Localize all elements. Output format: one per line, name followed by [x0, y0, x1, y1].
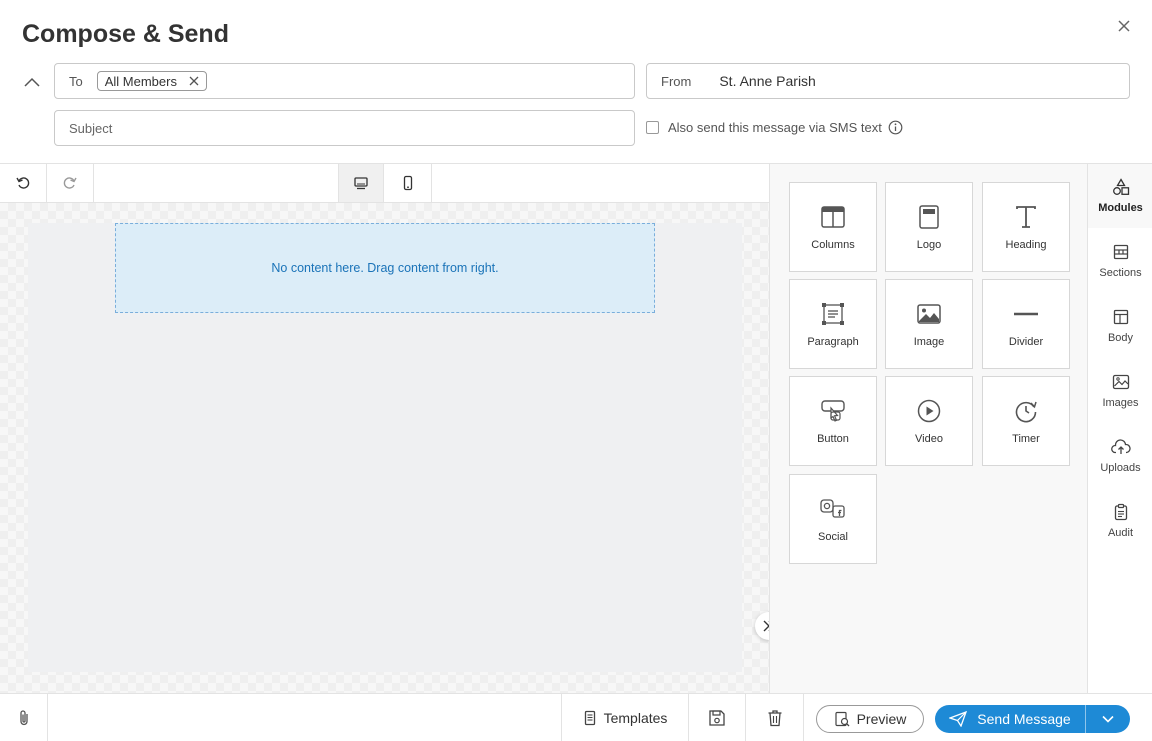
modules-icon: [1112, 178, 1130, 196]
templates-icon: [583, 710, 597, 726]
module-logo[interactable]: Logo: [885, 182, 973, 272]
editor-toolbar: [0, 164, 769, 203]
divider: [47, 694, 48, 741]
save-icon[interactable]: [689, 694, 745, 741]
trash-icon[interactable]: [746, 694, 803, 741]
module-timer[interactable]: Timer: [982, 376, 1070, 466]
recipient-chip: All Members: [96, 71, 207, 91]
rail-label: Uploads: [1100, 462, 1141, 474]
module-label: Logo: [916, 239, 942, 251]
recipient-chip-label: All Members: [104, 73, 177, 89]
templates-button[interactable]: Templates: [562, 694, 688, 741]
chevron-down-icon[interactable]: [1086, 705, 1130, 733]
preview-button[interactable]: Preview: [816, 705, 924, 733]
module-label: Social: [818, 531, 848, 543]
rail-item-audit[interactable]: Audit: [1088, 489, 1152, 553]
module-image[interactable]: Image: [885, 279, 973, 369]
module-label: Heading: [1005, 239, 1047, 251]
drop-zone[interactable]: No content here. Drag content from right…: [115, 223, 655, 313]
subject-field: [54, 110, 635, 146]
rail-label: Modules: [1098, 202, 1143, 214]
button-icon: [820, 397, 846, 425]
rail-label: Body: [1107, 332, 1134, 344]
module-social[interactable]: Social: [789, 474, 877, 564]
heading-icon: [1015, 203, 1037, 231]
module-video[interactable]: Video: [885, 376, 973, 466]
sms-label: Also send this message via SMS text: [668, 120, 882, 135]
mobile-view-icon[interactable]: [384, 164, 432, 202]
to-field[interactable]: To All Members: [54, 63, 635, 99]
send-main-button[interactable]: Send Message: [935, 705, 1085, 733]
divider: [803, 694, 804, 741]
paperclip-icon[interactable]: [0, 694, 47, 741]
rail-item-body[interactable]: Body: [1088, 294, 1152, 358]
sections-icon: [1113, 243, 1129, 261]
desktop-view-icon[interactable]: [338, 164, 384, 202]
rail-label: Images: [1102, 397, 1139, 409]
remove-recipient-icon[interactable]: [189, 76, 199, 86]
rail-item-uploads[interactable]: Uploads: [1088, 424, 1152, 488]
module-label: Paragraph: [807, 336, 859, 348]
image-icon: [917, 300, 941, 328]
drop-zone-text: No content here. Drag content from right…: [271, 261, 499, 275]
rail-label: Sections: [1099, 267, 1142, 279]
send-message-button: Send Message: [935, 705, 1130, 733]
timer-icon: [1014, 397, 1038, 425]
preview-icon: [834, 711, 850, 727]
module-label: Button: [817, 433, 849, 445]
uploads-icon: [1110, 438, 1131, 456]
divider-icon: [1013, 300, 1039, 328]
to-label: To: [69, 73, 83, 89]
email-body: No content here. Drag content from right…: [28, 223, 742, 672]
from-value: St. Anne Parish: [719, 73, 816, 89]
columns-icon: [821, 203, 845, 231]
redo-icon[interactable]: [47, 164, 94, 202]
page-title: Compose & Send: [22, 20, 229, 48]
body-icon: [1113, 308, 1129, 326]
module-label: Image: [913, 336, 945, 348]
rail-item-modules[interactable]: Modules: [1088, 164, 1152, 228]
templates-label: Templates: [603, 709, 668, 726]
module-button[interactable]: Button: [789, 376, 877, 466]
module-heading[interactable]: Heading: [982, 182, 1070, 272]
rail-label: Audit: [1107, 527, 1134, 539]
module-label: Columns: [811, 239, 855, 251]
subject-input[interactable]: [69, 120, 609, 136]
send-label: Send Message: [977, 711, 1071, 727]
images-icon: [1112, 373, 1130, 391]
module-paragraph[interactable]: Paragraph: [789, 279, 877, 369]
from-label: From: [661, 73, 692, 89]
preview-label: Preview: [856, 711, 907, 727]
module-divider[interactable]: Divider: [982, 279, 1070, 369]
paper-plane-icon: [949, 711, 968, 727]
module-columns[interactable]: Columns: [789, 182, 877, 272]
from-field[interactable]: From St. Anne Parish: [646, 63, 1130, 99]
close-icon[interactable]: [1114, 16, 1134, 36]
footer-bar: Templates Preview Send Message: [0, 693, 1152, 741]
undo-icon[interactable]: [0, 164, 47, 202]
paragraph-icon: [821, 300, 845, 328]
info-icon[interactable]: [888, 120, 903, 135]
rail-item-images[interactable]: Images: [1088, 359, 1152, 423]
audit-icon: [1114, 503, 1128, 521]
sms-option: Also send this message via SMS text: [646, 120, 903, 135]
side-rail: Modules Sections Body Images Uploads Aud…: [1087, 164, 1152, 693]
module-label: Timer: [1012, 433, 1040, 445]
module-label: Divider: [1008, 336, 1044, 348]
rail-item-sections[interactable]: Sections: [1088, 229, 1152, 293]
video-icon: [917, 397, 941, 425]
chevron-up-icon[interactable]: [22, 72, 42, 92]
editor-canvas: No content here. Drag content from right…: [0, 203, 769, 693]
sms-checkbox[interactable]: [646, 121, 659, 134]
module-label: Video: [915, 433, 943, 445]
compose-header: Compose & Send To All Members From St. A…: [0, 0, 1152, 164]
logo-icon: [919, 203, 939, 231]
modules-panel: Columns Logo Heading Paragraph Image Div…: [769, 164, 1087, 693]
social-icon: [820, 495, 846, 523]
